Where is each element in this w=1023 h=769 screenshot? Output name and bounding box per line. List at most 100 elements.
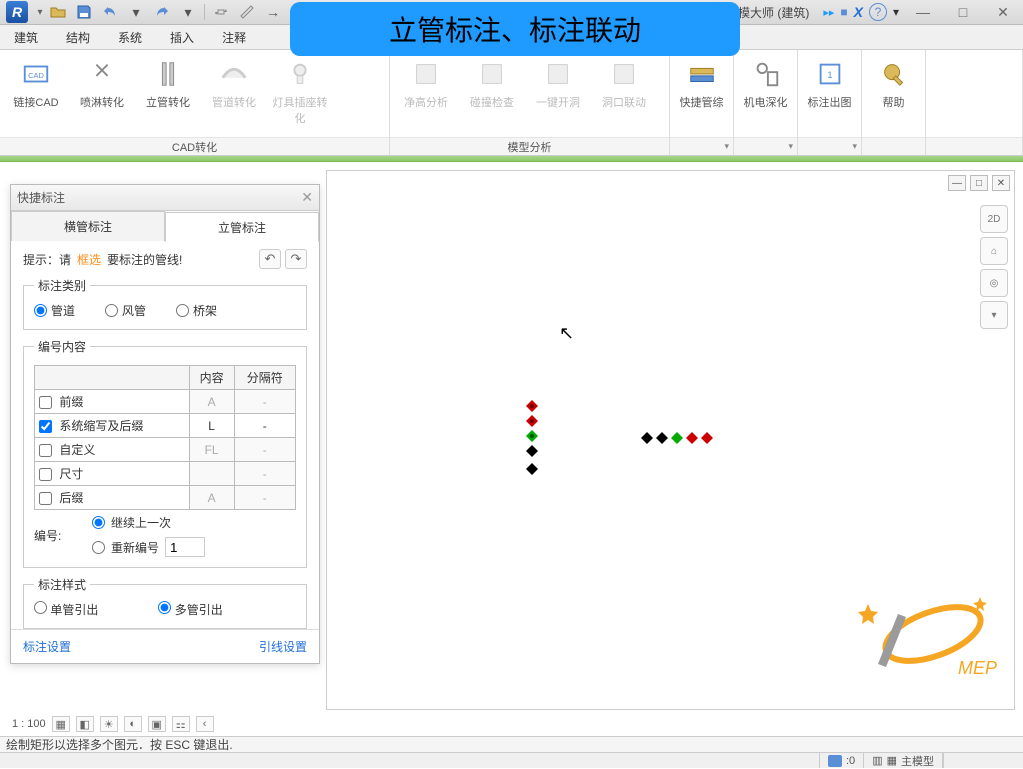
- measure-icon[interactable]: [235, 2, 259, 22]
- filter-icon[interactable]: ▥: [872, 754, 882, 767]
- radio-renumber[interactable]: 重新编号: [92, 537, 205, 557]
- open-icon[interactable]: [46, 2, 70, 22]
- undo-icon[interactable]: ↶: [259, 249, 281, 269]
- overlay-banner: 立管标注、标注联动: [290, 2, 740, 56]
- minimize-view-icon[interactable]: —: [948, 175, 966, 191]
- mep-watermark: MEP: [848, 579, 998, 689]
- checkbox-prefix[interactable]: [39, 396, 52, 409]
- help-button[interactable]: 帮助: [868, 54, 919, 110]
- svg-text:MEP: MEP: [958, 658, 997, 678]
- menu-item[interactable]: 系统: [104, 25, 156, 49]
- radio-continue[interactable]: 继续上一次: [92, 514, 205, 531]
- hint-text: 提示：请 框选 要标注的管线! ↶ ↷: [23, 249, 307, 269]
- redo-icon[interactable]: [150, 2, 174, 22]
- link-cad-button[interactable]: CAD链接CAD: [6, 54, 66, 110]
- title-extra: 建模大师 (建筑) ▸▸ ■ X ? ▾: [726, 3, 899, 21]
- tab-vertical[interactable]: 立管标注: [165, 212, 319, 242]
- nav-home-icon[interactable]: ⌂: [980, 237, 1008, 265]
- nav-expand-icon[interactable]: ▾: [980, 301, 1008, 329]
- start-number-input[interactable]: [165, 537, 205, 557]
- help-icon[interactable]: ?: [869, 3, 887, 21]
- annotation-settings-link[interactable]: 标注设置: [23, 638, 71, 655]
- radio-single-leader[interactable]: 单管引出: [34, 601, 98, 618]
- menu-item[interactable]: 建筑: [0, 25, 52, 49]
- sprinkler-button[interactable]: 喷淋转化: [72, 54, 132, 110]
- close-icon[interactable]: ✕: [301, 189, 313, 206]
- restore-view-icon[interactable]: □: [970, 175, 988, 191]
- crop-icon[interactable]: ▣: [148, 716, 166, 732]
- checkbox-system[interactable]: [39, 420, 52, 433]
- close-button[interactable]: ✕: [983, 0, 1023, 25]
- redo-icon[interactable]: ↷: [285, 249, 307, 269]
- panel-title: 快捷标注 ✕: [11, 185, 319, 211]
- dropdown-icon[interactable]: ▾: [124, 2, 148, 22]
- nav-wheel-icon[interactable]: ◎: [980, 269, 1008, 297]
- checkbox-suffix[interactable]: [39, 492, 52, 505]
- annotation-plot-button[interactable]: 1标注出图: [804, 54, 855, 110]
- clash-button: 碰撞检查: [462, 54, 522, 110]
- model-group-icon[interactable]: ▦: [887, 754, 897, 767]
- annotation-type-group: 标注类别 管道 风管 桥架: [23, 277, 307, 330]
- cursor-icon: ↖: [559, 323, 574, 344]
- leader-settings-link[interactable]: 引线设置: [259, 638, 307, 655]
- panel-tabs: 横管标注 立管标注: [11, 211, 319, 241]
- arrow-right-icon[interactable]: →: [261, 2, 285, 22]
- lamp-button: 灯具插座转化: [270, 54, 330, 126]
- annotation-style-group: 标注样式 单管引出 多管引出: [23, 576, 307, 629]
- view-style-icon[interactable]: ◧: [76, 716, 94, 732]
- nav-2d-icon[interactable]: 2D: [980, 205, 1008, 233]
- menu-item[interactable]: 注释: [208, 25, 260, 49]
- view-detail-icon[interactable]: ▦: [52, 716, 70, 732]
- reveal-icon[interactable]: ⚏: [172, 716, 190, 732]
- quick-annotation-panel: 快捷标注 ✕ 横管标注 立管标注 提示：请 框选 要标注的管线! ↶ ↷ 标注类…: [10, 184, 320, 664]
- quick-pipe-button[interactable]: 快捷管综: [676, 54, 727, 110]
- checkbox-size[interactable]: [39, 468, 52, 481]
- number-content-group: 编号内容 内容分隔符 前缀A- 系统缩写及后缀L- 自定义FL- 尺寸- 后缀A…: [23, 338, 307, 568]
- menu-item[interactable]: 插入: [156, 25, 208, 49]
- more-icon[interactable]: ▸▸: [823, 6, 834, 19]
- ribbon-group-label: CAD转化: [0, 137, 389, 155]
- scale-readout[interactable]: 1 : 100: [12, 718, 46, 730]
- radio-tray[interactable]: 桥架: [176, 302, 217, 319]
- sun-icon[interactable]: ☀: [100, 716, 118, 732]
- minimize-button[interactable]: —: [903, 0, 943, 25]
- quick-access-toolbar: ▾ ▾ → ↣: [46, 2, 311, 22]
- radio-multi-leader[interactable]: 多管引出: [158, 601, 222, 618]
- status-bar: 绘制矩形以选择多个图元．按 ESC 键退出.: [0, 736, 1023, 752]
- dropdown-icon[interactable]: ▾: [893, 5, 899, 19]
- opening-button: 一键开洞: [528, 54, 588, 110]
- view-control-bar: 1 : 100 ▦ ◧ ☀ ◐ ▣ ⚏ ‹: [12, 716, 214, 732]
- number-content-table: 内容分隔符 前缀A- 系统缩写及后缀L- 自定义FL- 尺寸- 后缀A-: [34, 365, 296, 510]
- selection-chip-icon[interactable]: [828, 755, 842, 767]
- opening-link-button: 洞口联动: [594, 54, 654, 110]
- revit-app-icon[interactable]: [6, 1, 28, 23]
- riser-button[interactable]: 立管转化: [138, 54, 198, 110]
- shadow-icon[interactable]: ◐: [124, 716, 142, 732]
- number-label: 编号:: [34, 527, 84, 544]
- more-icon[interactable]: ‹: [196, 716, 214, 732]
- ribbon-group-label: 模型分析: [390, 137, 669, 155]
- mep-deepen-button[interactable]: 机电深化: [740, 54, 791, 110]
- app-menu-pull[interactable]: ▾: [34, 1, 46, 23]
- main-area: 快捷标注 ✕ 横管标注 立管标注 提示：请 框选 要标注的管线! ↶ ↷ 标注类…: [0, 162, 1023, 736]
- save-icon[interactable]: [72, 2, 96, 22]
- undo-icon[interactable]: [98, 2, 122, 22]
- maximize-button[interactable]: □: [943, 0, 983, 25]
- svg-text:CAD: CAD: [28, 71, 44, 80]
- info-icon[interactable]: ■: [840, 5, 847, 19]
- dropdown-icon[interactable]: ▾: [176, 2, 200, 22]
- svg-text:1: 1: [827, 70, 832, 80]
- clearance-button: 净高分析: [396, 54, 456, 110]
- ribbon: CAD链接CAD 喷淋转化 立管转化 管道转化 灯具插座转化 CAD转化 净高分…: [0, 50, 1023, 156]
- menu-item[interactable]: 结构: [52, 25, 104, 49]
- bottom-bar: :0 ▥▦主模型: [0, 752, 1023, 768]
- sync-icon[interactable]: [209, 2, 233, 22]
- checkbox-custom[interactable]: [39, 444, 52, 457]
- radio-duct[interactable]: 风管: [105, 302, 146, 319]
- x-logo-icon[interactable]: X: [854, 4, 863, 20]
- drawing-canvas[interactable]: — □ ✕ 2D ⌂ ◎ ▾ ↖ MEP: [326, 170, 1015, 710]
- pipe-button: 管道转化: [204, 54, 264, 110]
- radio-pipe[interactable]: 管道: [34, 302, 75, 319]
- tab-horizontal[interactable]: 横管标注: [11, 211, 165, 241]
- close-view-icon[interactable]: ✕: [992, 175, 1010, 191]
